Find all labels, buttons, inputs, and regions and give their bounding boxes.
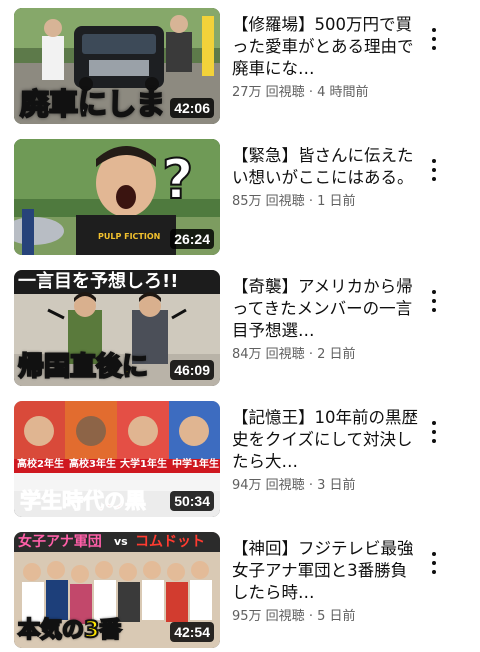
video-duration: 50:34	[170, 491, 214, 511]
video-item[interactable]: 女子アナ軍団 vs コムドット 本気の3番 42:54 【神回】フジテレビ最強女…	[0, 532, 480, 652]
video-meta[interactable]: 【奇襲】アメリカから帰ってきたメンバーの一言目予想選… 84万 回視聴 · 2 …	[232, 276, 422, 364]
upload-age: 2 日前	[317, 347, 356, 362]
separator: ·	[308, 609, 318, 624]
video-item[interactable]: PULP FICTION ? 26:24 【緊急】皆さんに伝えたい想いがここには…	[0, 139, 480, 259]
view-count: 27万 回視聴	[232, 85, 305, 100]
video-stats: 85万 回視聴 · 1 日前	[232, 193, 422, 211]
thumbnail-overlay-text: 廃車にしま	[19, 87, 166, 121]
video-stats: 94万 回視聴 · 3 日前	[232, 477, 422, 495]
thumbnail-overlay-top-right: コムドット	[135, 534, 205, 550]
video-thumbnail[interactable]: 一言目を予想しろ!! 帰国直後に 46:09	[14, 270, 220, 386]
view-count: 84万 回視聴	[232, 347, 305, 362]
upload-age: 4 時間前	[317, 85, 369, 100]
thumbnail-overlay-text: 帰国直後に	[17, 352, 149, 382]
video-thumbnail[interactable]: 廃車にしま 42:06	[14, 8, 220, 124]
video-meta[interactable]: 【緊急】皆さんに伝えたい想いがここにはある。 85万 回視聴 · 1 日前	[232, 145, 422, 211]
video-item[interactable]: 高校2年生 高校3年生 大学1年生 中学1年生 学生時代の黒 50:34 【記憶…	[0, 401, 480, 521]
thumbnail-overlay-top: 一言目を予想しろ!!	[18, 271, 179, 292]
thumbnail-overlay-symbol: ?	[161, 148, 194, 211]
thumbnail-label: 高校3年生	[69, 459, 116, 470]
video-item[interactable]: 一言目を予想しろ!! 帰国直後に 46:09 【奇襲】アメリカから帰ってきたメン…	[0, 270, 480, 390]
more-vert-icon[interactable]	[422, 157, 446, 183]
separator: ·	[308, 347, 318, 362]
video-title[interactable]: 【記憶王】10年前の黒歴史をクイズにして対決したら大…	[232, 407, 422, 473]
video-title[interactable]: 【神回】フジテレビ最強女子アナ軍団と3番勝負したら時…	[232, 538, 422, 604]
video-duration: 26:24	[170, 229, 214, 249]
view-count: 95万 回視聴	[232, 609, 305, 624]
separator: ·	[308, 194, 318, 209]
more-vert-icon[interactable]	[422, 26, 446, 52]
separator: ·	[308, 478, 318, 493]
video-meta[interactable]: 【修羅場】500万円で買った愛車がとある理由で廃車にな… 27万 回視聴 · 4…	[232, 14, 422, 102]
more-vert-icon[interactable]	[422, 550, 446, 576]
video-title[interactable]: 【修羅場】500万円で買った愛車がとある理由で廃車にな…	[232, 14, 422, 80]
separator: ·	[308, 85, 318, 100]
upload-age: 1 日前	[317, 194, 356, 209]
view-count: 94万 回視聴	[232, 478, 305, 493]
video-title[interactable]: 【奇襲】アメリカから帰ってきたメンバーの一言目予想選…	[232, 276, 422, 342]
thumbnail-label: 中学1年生	[172, 459, 219, 470]
upload-age: 3 日前	[317, 478, 356, 493]
video-stats: 27万 回視聴 · 4 時間前	[232, 84, 422, 102]
video-stats: 84万 回視聴 · 2 日前	[232, 346, 422, 364]
video-meta[interactable]: 【神回】フジテレビ最強女子アナ軍団と3番勝負したら時… 95万 回視聴 · 5 …	[232, 538, 422, 626]
video-duration: 42:06	[170, 98, 214, 118]
upload-age: 5 日前	[317, 609, 356, 624]
video-thumbnail[interactable]: 高校2年生 高校3年生 大学1年生 中学1年生 学生時代の黒 50:34	[14, 401, 220, 517]
video-meta[interactable]: 【記憶王】10年前の黒歴史をクイズにして対決したら大… 94万 回視聴 · 3 …	[232, 407, 422, 495]
video-title[interactable]: 【緊急】皆さんに伝えたい想いがここにはある。	[232, 145, 422, 189]
thumbnail-overlay-top-left: 女子アナ軍団	[18, 534, 102, 550]
video-thumbnail[interactable]: 女子アナ軍団 vs コムドット 本気の3番 42:54	[14, 532, 220, 648]
video-stats: 95万 回視聴 · 5 日前	[232, 608, 422, 626]
thumbnail-overlay-text: 本気の3番	[17, 618, 122, 643]
video-item[interactable]: 廃車にしま 42:06 【修羅場】500万円で買った愛車がとある理由で廃車にな……	[0, 8, 480, 128]
more-vert-icon[interactable]	[422, 288, 446, 314]
video-duration: 42:54	[170, 622, 214, 642]
thumbnail-label: 高校2年生	[17, 459, 64, 470]
video-duration: 46:09	[170, 360, 214, 380]
more-vert-icon[interactable]	[422, 419, 446, 445]
shirt-text: PULP FICTION	[98, 232, 160, 241]
thumbnail-label: 大学1年生	[120, 459, 167, 470]
thumbnail-overlay-text: 学生時代の黒	[20, 489, 147, 513]
view-count: 85万 回視聴	[232, 194, 305, 209]
thumbnail-overlay-vs: vs	[114, 535, 128, 548]
video-thumbnail[interactable]: PULP FICTION ? 26:24	[14, 139, 220, 255]
